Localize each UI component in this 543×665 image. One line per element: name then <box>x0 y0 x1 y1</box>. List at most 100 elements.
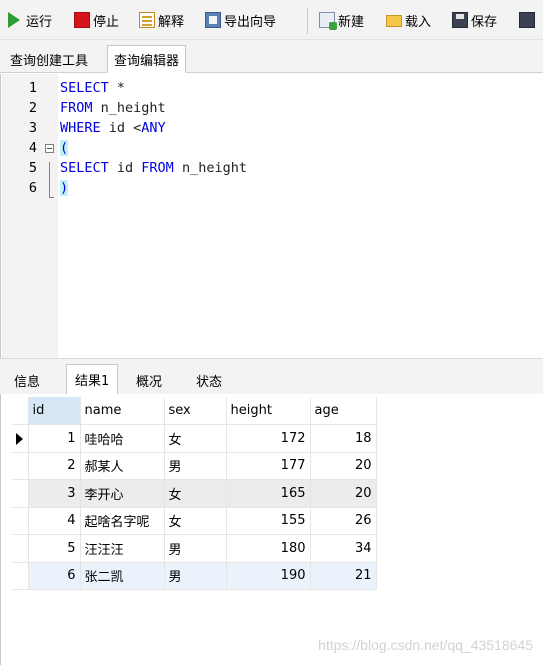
save-button[interactable]: 保存 <box>452 8 497 32</box>
cell-height[interactable]: 172 <box>226 424 311 453</box>
line-number: 1 <box>28 80 37 96</box>
cell-name[interactable]: 哇哈哈 <box>80 424 165 453</box>
sql-keyword: ANY <box>141 120 166 136</box>
cell-id[interactable]: 6 <box>28 562 81 590</box>
cell-id[interactable]: 5 <box>28 534 81 563</box>
explain-icon <box>139 12 155 28</box>
cell-height[interactable]: 177 <box>226 452 311 480</box>
cell-sex[interactable]: 男 <box>164 562 227 590</box>
cell-id[interactable]: 1 <box>28 424 81 453</box>
sql-text: n_height <box>173 160 247 176</box>
table-row[interactable]: 1 哇哈哈 女 172 18 <box>12 424 377 453</box>
table-row[interactable]: 6 张二凯 男 190 21 <box>12 562 377 590</box>
cell-name[interactable]: 郝某人 <box>80 452 165 480</box>
cell-age[interactable]: 26 <box>310 507 377 535</box>
cell-name[interactable]: 张二凯 <box>80 562 165 590</box>
open-paren: ( <box>60 140 69 156</box>
row-indicator <box>12 562 29 590</box>
cell-sex[interactable]: 女 <box>164 424 227 453</box>
sql-text: * <box>108 80 126 96</box>
tab-query-editor[interactable]: 查询编辑器 <box>107 45 187 73</box>
line-number: 2 <box>28 100 37 116</box>
cell-height[interactable]: 180 <box>226 534 311 563</box>
sql-text: n_height <box>92 100 166 116</box>
export-icon <box>205 12 221 28</box>
sql-keyword: SELECT <box>60 80 109 96</box>
sql-keyword: SELECT <box>60 160 109 176</box>
cell-age[interactable]: 21 <box>310 562 377 590</box>
new-label: 新建 <box>338 14 365 30</box>
cell-name[interactable]: 起啥名字呢 <box>80 507 165 535</box>
row-indicator <box>12 507 29 535</box>
close-paren: ) <box>60 180 69 196</box>
sql-keyword: FROM <box>141 160 174 176</box>
cell-sex[interactable]: 女 <box>164 507 227 535</box>
cell-age[interactable]: 34 <box>310 534 377 563</box>
line-number: 6 <box>28 180 37 196</box>
cell-sex[interactable]: 男 <box>164 452 227 480</box>
explain-label: 解释 <box>158 14 185 30</box>
cell-height[interactable]: 190 <box>226 562 311 590</box>
cell-id[interactable]: 4 <box>28 507 81 535</box>
column-header-name[interactable]: name <box>80 397 165 425</box>
table-row[interactable]: 3 李开心 女 165 20 <box>12 479 377 508</box>
new-query-icon <box>319 12 337 30</box>
cell-height[interactable]: 165 <box>226 479 311 508</box>
folder-icon <box>386 15 402 27</box>
sql-text: id <box>108 160 142 176</box>
sql-editor[interactable]: 1 SELECT * 2 FROM n_height 3 WHERE id <A… <box>0 74 543 358</box>
tab-info[interactable]: 信息 <box>6 365 48 395</box>
cell-age[interactable]: 20 <box>310 479 377 508</box>
result-grid-area: id name sex height age 1 哇哈哈 女 172 18 2 … <box>0 394 543 665</box>
column-header-height[interactable]: height <box>226 397 311 425</box>
sql-text: id < <box>100 120 142 136</box>
column-header-age[interactable]: age <box>310 397 377 425</box>
load-label: 载入 <box>405 14 432 30</box>
export-wizard-button[interactable]: 导出向导 <box>205 8 276 32</box>
table-row[interactable]: 2 郝某人 男 177 20 <box>12 452 377 480</box>
cell-name[interactable]: 汪汪汪 <box>80 534 165 563</box>
row-indicator-header <box>12 397 29 425</box>
fold-guide <box>49 162 50 198</box>
code-line: 5 SELECT id FROM n_height <box>1 158 543 178</box>
save-as-icon <box>519 12 535 28</box>
column-header-id[interactable]: id <box>28 397 81 425</box>
watermark: https://blog.csdn.net/qq_43518645 <box>318 637 533 653</box>
toolbar-separator <box>307 8 308 34</box>
export-wizard-label: 导出向导 <box>224 14 277 30</box>
cell-age[interactable]: 18 <box>310 424 377 453</box>
row-indicator <box>12 534 29 563</box>
sql-keyword: WHERE <box>60 120 101 136</box>
main-toolbar: 运行 停止 解释 导出向导 新建 载入 保存 <box>0 0 543 40</box>
sql-keyword: FROM <box>60 100 93 116</box>
tab-overview[interactable]: 概况 <box>128 365 170 395</box>
stop-icon <box>74 12 90 28</box>
line-number: 5 <box>28 160 37 176</box>
table-row[interactable]: 4 起啥名字呢 女 155 26 <box>12 507 377 535</box>
tab-result1[interactable]: 结果1 <box>66 364 119 395</box>
cell-id[interactable]: 3 <box>28 479 81 508</box>
cell-age[interactable]: 20 <box>310 452 377 480</box>
table-row[interactable]: 5 汪汪汪 男 180 34 <box>12 534 377 563</box>
run-button[interactable]: 运行 <box>8 8 52 32</box>
editor-tab-bar: 查询创建工具 查询编辑器 <box>0 40 543 73</box>
tab-query-builder[interactable]: 查询创建工具 <box>4 46 94 73</box>
load-button[interactable]: 载入 <box>386 8 431 32</box>
fold-guide-end <box>49 197 54 198</box>
cell-height[interactable]: 155 <box>226 507 311 535</box>
stop-button[interactable]: 停止 <box>74 8 119 32</box>
play-icon <box>8 12 20 28</box>
save-icon <box>452 12 468 28</box>
tab-status[interactable]: 状态 <box>188 365 230 395</box>
cell-sex[interactable]: 女 <box>164 479 227 508</box>
explain-button[interactable]: 解释 <box>139 8 184 32</box>
cell-sex[interactable]: 男 <box>164 534 227 563</box>
save-as-button[interactable] <box>519 8 538 32</box>
cell-name[interactable]: 李开心 <box>80 479 165 508</box>
result-grid: id name sex height age 1 哇哈哈 女 172 18 2 … <box>12 397 377 590</box>
new-button[interactable]: 新建 <box>319 8 364 32</box>
row-indicator <box>12 424 29 453</box>
cell-id[interactable]: 2 <box>28 452 81 480</box>
column-header-sex[interactable]: sex <box>164 397 227 425</box>
fold-collapse-icon[interactable] <box>45 144 54 153</box>
